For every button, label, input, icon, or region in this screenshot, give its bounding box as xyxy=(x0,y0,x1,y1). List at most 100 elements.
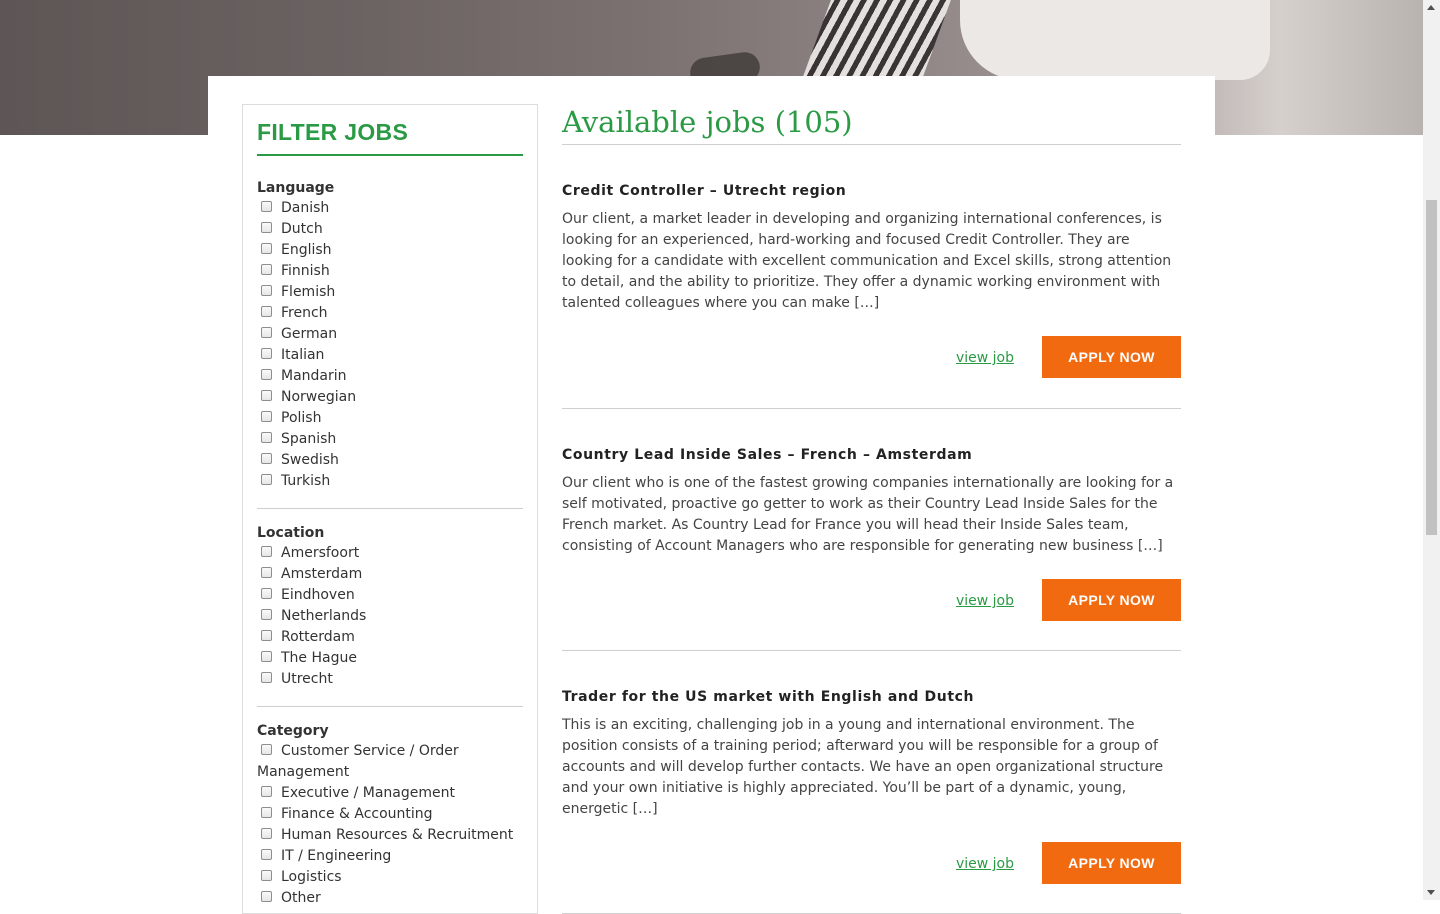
job-description: Our client, a market leader in developin… xyxy=(562,211,1172,311)
job-actions: view job APPLY NOW xyxy=(562,336,1181,378)
job-item: Credit Controller – Utrecht region Our c… xyxy=(562,145,1181,409)
filter-option-turkish[interactable]: Turkish xyxy=(257,471,523,492)
checkbox[interactable] xyxy=(261,243,272,254)
filter-option-mandarin[interactable]: Mandarin xyxy=(257,366,523,387)
filter-option-customer-service[interactable]: Customer Service / Order Management xyxy=(257,741,523,783)
checkbox[interactable] xyxy=(261,390,272,401)
scrollbar-thumb[interactable] xyxy=(1426,200,1437,535)
checkbox[interactable] xyxy=(261,744,272,755)
checkbox[interactable] xyxy=(261,348,272,359)
checkbox[interactable] xyxy=(261,453,272,464)
checkbox[interactable] xyxy=(261,588,272,599)
apply-now-button[interactable]: APPLY NOW xyxy=(1042,336,1181,378)
filter-option-flemish[interactable]: Flemish xyxy=(257,282,523,303)
option-label: Amsterdam xyxy=(281,566,363,582)
checkbox[interactable] xyxy=(261,222,272,233)
filter-option-danish[interactable]: Danish xyxy=(257,198,523,219)
option-label: Danish xyxy=(281,200,330,216)
option-label: Rotterdam xyxy=(281,629,355,645)
divider xyxy=(257,508,523,509)
job-item: Trader for the US market with English an… xyxy=(562,651,1181,914)
filter-group-title: Category xyxy=(257,723,329,739)
checkbox[interactable] xyxy=(261,201,272,212)
filter-option-norwegian[interactable]: Norwegian xyxy=(257,387,523,408)
option-label: Amersfoort xyxy=(281,545,360,561)
checkbox[interactable] xyxy=(261,327,272,338)
filter-option-polish[interactable]: Polish xyxy=(257,408,523,429)
checkbox[interactable] xyxy=(261,567,272,578)
option-label: IT / Engineering xyxy=(281,848,392,864)
checkbox[interactable] xyxy=(261,285,272,296)
checkbox[interactable] xyxy=(261,807,272,818)
filter-option-spanish[interactable]: Spanish xyxy=(257,429,523,450)
option-label: Norwegian xyxy=(281,389,357,405)
filter-option-italian[interactable]: Italian xyxy=(257,345,523,366)
filter-option-amsterdam[interactable]: Amsterdam xyxy=(257,564,523,585)
filter-option-logistics[interactable]: Logistics xyxy=(257,867,523,888)
filter-option-dutch[interactable]: Dutch xyxy=(257,219,523,240)
checkbox[interactable] xyxy=(261,546,272,557)
filter-option-executive[interactable]: Executive / Management xyxy=(257,783,523,804)
checkbox[interactable] xyxy=(261,306,272,317)
filter-option-eindhoven[interactable]: Eindhoven xyxy=(257,585,523,606)
checkbox[interactable] xyxy=(261,264,272,275)
filter-jobs-title: FILTER JOBS xyxy=(257,117,523,156)
option-label: Spanish xyxy=(281,431,337,447)
checkbox[interactable] xyxy=(261,672,272,683)
checkbox[interactable] xyxy=(261,651,272,662)
filter-option-french[interactable]: French xyxy=(257,303,523,324)
job-item: Country Lead Inside Sales – French – Ams… xyxy=(562,409,1181,651)
filter-option-finance[interactable]: Finance & Accounting xyxy=(257,804,523,825)
scroll-up-arrow-icon[interactable] xyxy=(1427,5,1435,10)
option-label: Dutch xyxy=(281,221,323,237)
checkbox[interactable] xyxy=(261,432,272,443)
job-title[interactable]: Country Lead Inside Sales – French – Ams… xyxy=(562,445,1181,465)
checkbox[interactable] xyxy=(261,474,272,485)
filter-group-location: Location Amersfoort Amsterdam Eindhoven … xyxy=(257,525,523,707)
option-label: Swedish xyxy=(281,452,339,468)
checkbox[interactable] xyxy=(261,786,272,797)
filter-option-hr[interactable]: Human Resources & Recruitment xyxy=(257,825,523,846)
filter-option-english[interactable]: English xyxy=(257,240,523,261)
filter-option-finnish[interactable]: Finnish xyxy=(257,261,523,282)
checkbox[interactable] xyxy=(261,828,272,839)
filter-group-title: Location xyxy=(257,525,325,541)
job-actions: view job APPLY NOW xyxy=(562,579,1181,621)
apply-now-button[interactable]: APPLY NOW xyxy=(1042,579,1181,621)
filter-option-netherlands[interactable]: Netherlands xyxy=(257,606,523,627)
job-listings: Available jobs (105) Credit Controller –… xyxy=(562,104,1181,914)
filter-option-the-hague[interactable]: The Hague xyxy=(257,648,523,669)
checkbox[interactable] xyxy=(261,849,272,860)
job-title[interactable]: Trader for the US market with English an… xyxy=(562,687,1181,707)
filter-option-rotterdam[interactable]: Rotterdam xyxy=(257,627,523,648)
checkbox[interactable] xyxy=(261,891,272,902)
job-actions: view job APPLY NOW xyxy=(562,842,1181,884)
filter-sidebar: FILTER JOBS Language Danish Dutch Englis… xyxy=(242,104,538,914)
divider xyxy=(257,706,523,707)
filter-option-it[interactable]: IT / Engineering xyxy=(257,846,523,867)
option-label: Turkish xyxy=(281,473,331,489)
checkbox[interactable] xyxy=(261,369,272,380)
scroll-down-arrow-icon[interactable] xyxy=(1427,890,1435,895)
option-label: Polish xyxy=(281,410,322,426)
view-job-link[interactable]: view job xyxy=(956,593,1014,609)
job-title[interactable]: Credit Controller – Utrecht region xyxy=(562,181,1181,201)
filter-option-utrecht[interactable]: Utrecht xyxy=(257,669,523,690)
option-label: English xyxy=(281,242,332,258)
checkbox[interactable] xyxy=(261,411,272,422)
checkbox[interactable] xyxy=(261,870,272,881)
apply-now-button[interactable]: APPLY NOW xyxy=(1042,842,1181,884)
view-job-link[interactable]: view job xyxy=(956,856,1014,872)
page-scrollbar[interactable] xyxy=(1423,0,1440,900)
page-title: Available jobs (105) xyxy=(562,104,1181,145)
filter-option-other[interactable]: Other xyxy=(257,888,523,909)
checkbox[interactable] xyxy=(261,630,272,641)
job-description: Our client who is one of the fastest gro… xyxy=(562,475,1174,554)
view-job-link[interactable]: view job xyxy=(956,350,1014,366)
filter-option-german[interactable]: German xyxy=(257,324,523,345)
filter-group-category: Category Customer Service / Order Manage… xyxy=(257,723,523,909)
filter-option-amersfoort[interactable]: Amersfoort xyxy=(257,543,523,564)
filter-option-swedish[interactable]: Swedish xyxy=(257,450,523,471)
checkbox[interactable] xyxy=(261,609,272,620)
filter-group-title: Language xyxy=(257,180,335,196)
